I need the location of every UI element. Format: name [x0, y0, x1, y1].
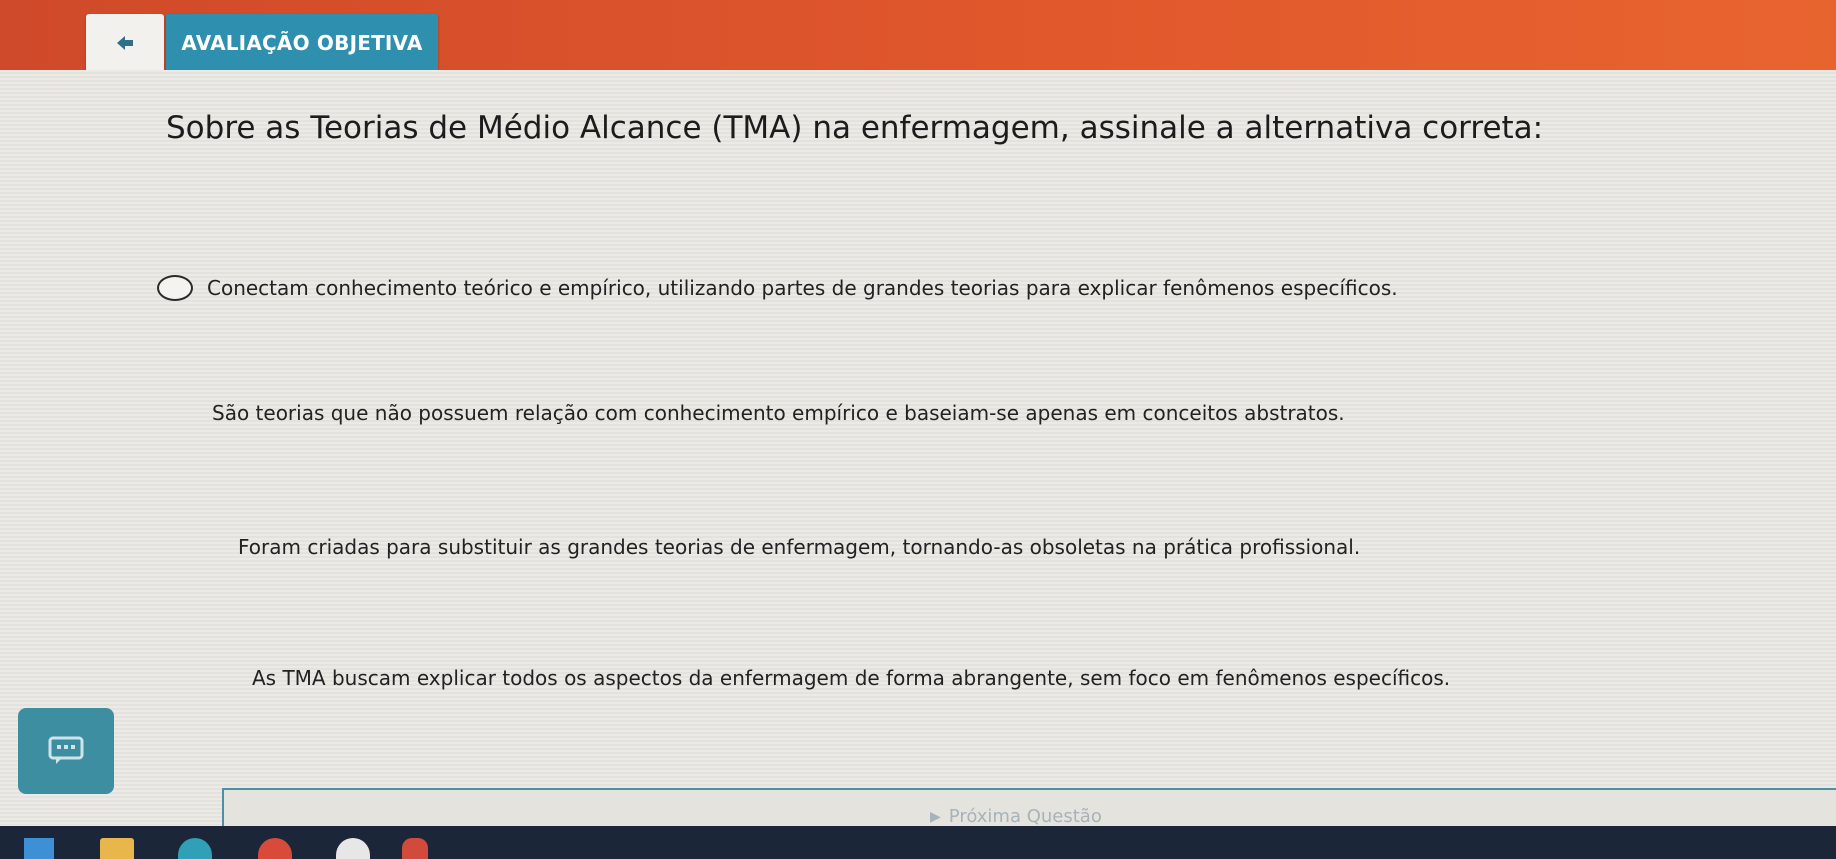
app-icon-2[interactable]: [402, 838, 428, 859]
back-arrow-icon: [117, 36, 133, 50]
option-label: As TMA buscam explicar todos os aspectos…: [252, 666, 1451, 690]
play-icon: ▶: [930, 808, 941, 825]
question-text: Sobre as Teorias de Médio Alcance (TMA) …: [166, 110, 1544, 146]
option-label: Foram criadas para substituir as grandes…: [238, 535, 1361, 559]
option-1[interactable]: Conectam conhecimento teórico e empírico…: [157, 274, 1398, 302]
page-title: AVALIAÇÃO OBJETIVA: [166, 14, 438, 72]
windows-icon[interactable]: [24, 838, 54, 859]
radio-button[interactable]: [157, 275, 193, 301]
next-question-button[interactable]: ▶ Próxima Questão: [930, 806, 1102, 827]
chat-icon: [48, 736, 84, 764]
option-4[interactable]: As TMA buscam explicar todos os aspectos…: [252, 664, 1450, 692]
folder-icon[interactable]: [100, 838, 134, 859]
chat-button[interactable]: [18, 708, 114, 794]
option-label: Conectam conhecimento teórico e empírico…: [207, 276, 1398, 300]
next-question-label: Próxima Questão: [948, 806, 1102, 827]
option-2[interactable]: São teorias que não possuem relação com …: [212, 399, 1345, 427]
option-label: São teorias que não possuem relação com …: [212, 401, 1345, 425]
option-3[interactable]: Foram criadas para substituir as grandes…: [238, 533, 1360, 561]
back-button[interactable]: [86, 14, 164, 72]
question-panel: [0, 70, 1836, 825]
